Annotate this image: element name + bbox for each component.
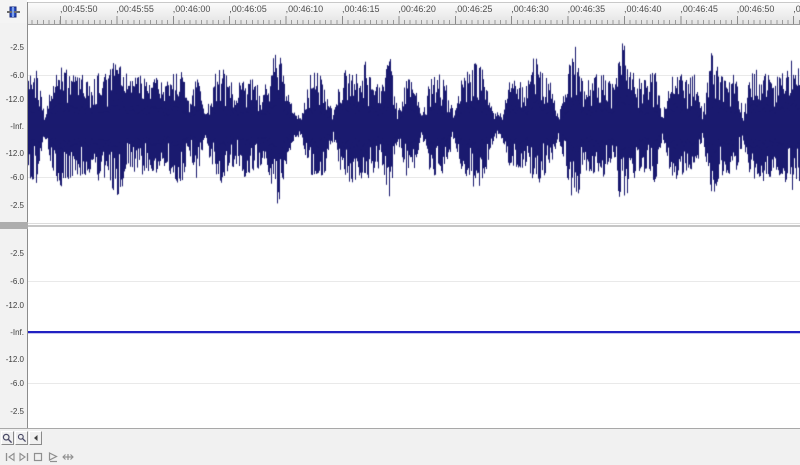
zoom-out-button[interactable] <box>15 431 28 445</box>
db-label-channel-2: -2.5 <box>10 407 24 416</box>
audio-editor-window: ,00:45:50 ,00:45:55 ,00:46:00 ,00:46:05 ,00:… <box>0 0 800 465</box>
db-label-channel-1: -12.0 <box>6 95 24 104</box>
go-to-end-icon <box>18 451 30 463</box>
channel-2-silence-line-halo <box>28 333 800 334</box>
gridline-ch2-top <box>28 281 800 282</box>
ruler-gutter <box>0 0 27 24</box>
db-label-channel-2: -12.0 <box>6 301 24 310</box>
db-label-channel-1: -Inf. <box>10 122 24 131</box>
left-arrow-icon <box>32 434 40 442</box>
ruler-time-label: ,00:46:20 <box>398 4 436 14</box>
ruler-time-label: ,00 <box>793 4 800 14</box>
gridline-ch2-bottom <box>28 383 800 384</box>
db-label-channel-1: -6.0 <box>10 173 24 182</box>
time-ruler[interactable]: ,00:45:50 ,00:45:55 ,00:46:00 ,00:46:05 ,00:… <box>27 2 800 25</box>
scroll-left-button[interactable] <box>29 431 42 445</box>
db-label-channel-2: -2.5 <box>10 249 24 258</box>
channel-divider-gutter <box>0 222 28 229</box>
go-to-end-button[interactable] <box>17 450 30 463</box>
stop-button[interactable] <box>31 450 44 463</box>
ruler-time-label: ,00:46:00 <box>173 4 211 14</box>
scrub-button[interactable] <box>61 450 74 463</box>
play-icon <box>47 451 59 463</box>
stop-icon <box>32 451 44 463</box>
ruler-time-label: ,00:46:30 <box>511 4 549 14</box>
ruler-time-label: ,00:45:50 <box>60 4 98 14</box>
ruler-time-label: ,00:46:45 <box>680 4 718 14</box>
db-label-channel-2: -12.0 <box>6 355 24 364</box>
bottom-bar <box>0 429 800 465</box>
ruler-time-label: ,00:45:55 <box>116 4 154 14</box>
scrub-icon <box>62 451 74 463</box>
magnifier-small-icon <box>17 433 27 443</box>
ruler-time-label: ,00:46:25 <box>455 4 493 14</box>
ruler-time-label: ,00:46:10 <box>286 4 324 14</box>
ruler-time-label: ,00:46:35 <box>568 4 606 14</box>
db-label-channel-1: -2.5 <box>10 201 24 210</box>
channel-divider-line <box>28 225 800 227</box>
go-to-start-icon <box>4 451 16 463</box>
db-label-channel-2: -Inf. <box>10 328 24 337</box>
ruler-time-label: ,00:46:05 <box>229 4 267 14</box>
zoom-normal-button[interactable] <box>1 431 14 445</box>
ruler-time-label: ,00:46:50 <box>737 4 775 14</box>
ruler-time-label: ,00:46:15 <box>342 4 380 14</box>
go-to-start-button[interactable] <box>3 450 16 463</box>
playbar-row <box>0 447 800 465</box>
db-label-channel-1: -2.5 <box>10 43 24 52</box>
ruler-time-label: ,00:46:40 <box>624 4 662 14</box>
db-label-channel-1: -12.0 <box>6 149 24 158</box>
db-label-channel-1: -6.0 <box>10 71 24 80</box>
db-label-channel-2: -6.0 <box>10 379 24 388</box>
channel-1-waveform[interactable] <box>28 23 800 222</box>
zoom-scroll-row <box>0 429 800 447</box>
magnifier-icon <box>2 433 13 444</box>
timeline-marker-icon[interactable] <box>7 6 20 19</box>
play-button[interactable] <box>46 450 59 463</box>
db-label-channel-2: -6.0 <box>10 277 24 286</box>
